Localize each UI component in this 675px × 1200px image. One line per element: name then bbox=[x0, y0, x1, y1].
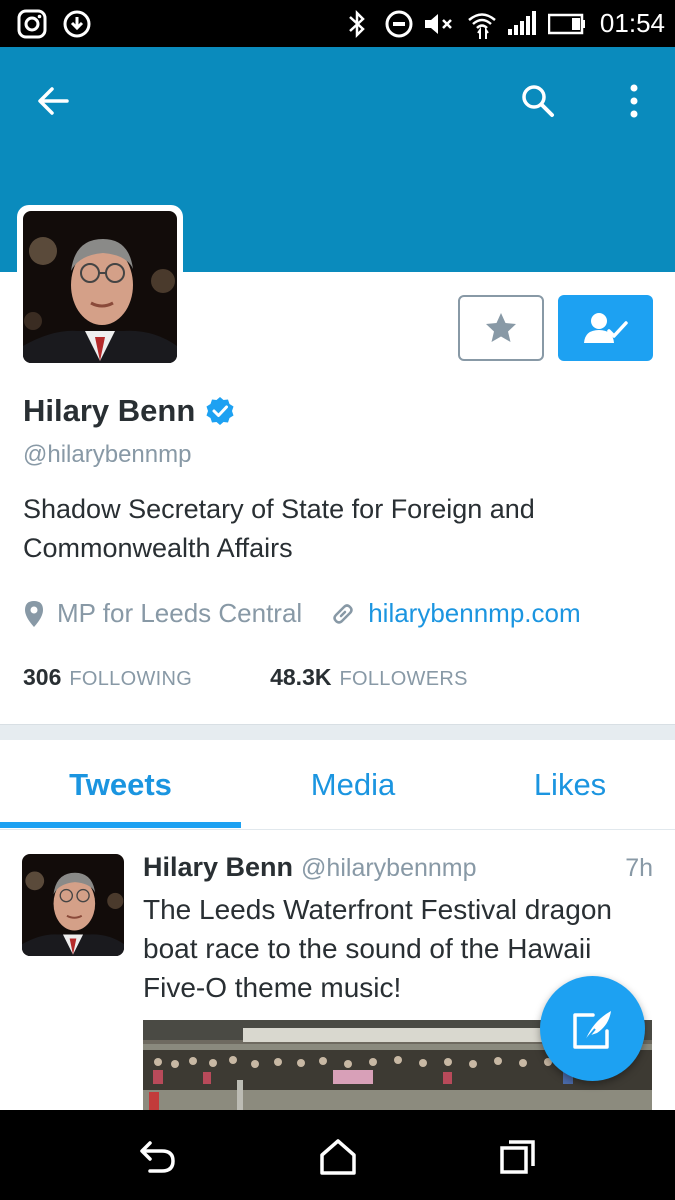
instagram-icon bbox=[17, 9, 47, 39]
section-divider bbox=[0, 724, 675, 740]
compose-tweet-button[interactable] bbox=[540, 976, 645, 1081]
profile-bio: Shadow Secretary of State for Foreign an… bbox=[23, 494, 535, 563]
location-pin-icon bbox=[25, 600, 43, 627]
following-stat[interactable]: 306 FOLLOWING bbox=[23, 664, 192, 691]
tweet-avatar[interactable] bbox=[22, 854, 124, 956]
search-button[interactable] bbox=[514, 77, 562, 125]
back-button[interactable] bbox=[29, 77, 77, 125]
search-icon bbox=[522, 85, 554, 117]
tab-media[interactable]: Media bbox=[241, 740, 465, 830]
do-not-disturb-icon bbox=[385, 10, 413, 38]
battery-icon bbox=[548, 13, 585, 35]
home-nav-icon bbox=[320, 1139, 356, 1175]
followers-stat[interactable]: 48.3K FOLLOWERS bbox=[270, 664, 468, 691]
profile-avatar-frame[interactable] bbox=[17, 205, 183, 369]
system-nav-bar bbox=[0, 1110, 675, 1200]
profile-website-link[interactable]: hilarybennmp.com bbox=[368, 598, 580, 629]
clock: 01:54 bbox=[599, 8, 665, 38]
tweet-header: Hilary Benn @hilarybennmp 7h bbox=[143, 852, 653, 883]
star-icon bbox=[486, 313, 516, 342]
following-count: 306 bbox=[23, 664, 62, 690]
muted-volume-icon bbox=[425, 14, 452, 34]
verified-badge-icon bbox=[206, 397, 234, 425]
profile-name-row: Hilary Benn bbox=[23, 393, 235, 429]
profile-photo bbox=[23, 211, 177, 363]
tab-tweets[interactable]: Tweets bbox=[0, 740, 241, 830]
profile-display-name: Hilary Benn bbox=[23, 393, 196, 428]
back-arrow-icon bbox=[38, 87, 69, 115]
recents-nav-icon bbox=[500, 1140, 535, 1174]
active-tab-indicator bbox=[0, 822, 241, 828]
profile-avatar bbox=[23, 211, 177, 363]
profile-stats: 306 FOLLOWING 48.3K FOLLOWERS bbox=[23, 664, 468, 691]
nav-back-button[interactable] bbox=[138, 1137, 178, 1177]
profile-location: MP for Leeds Central bbox=[57, 598, 303, 628]
link-icon bbox=[333, 603, 353, 624]
download-icon bbox=[63, 10, 91, 38]
followers-count: 48.3K bbox=[270, 664, 332, 690]
back-nav-icon bbox=[140, 1141, 175, 1173]
compose-quill-icon bbox=[572, 1010, 611, 1049]
following-label: FOLLOWING bbox=[69, 668, 193, 690]
favorite-button[interactable] bbox=[458, 295, 544, 361]
nav-recents-button[interactable] bbox=[498, 1137, 538, 1177]
bluetooth-icon bbox=[349, 9, 365, 39]
nav-home-button[interactable] bbox=[318, 1137, 358, 1177]
status-bar: 01:54 bbox=[0, 0, 675, 47]
wifi-icon bbox=[468, 13, 496, 39]
profile-tabs: Tweets Media Likes bbox=[0, 740, 675, 830]
profile-handle: @hilarybennmp bbox=[23, 441, 192, 468]
followers-label: FOLLOWERS bbox=[339, 668, 468, 690]
more-options-button[interactable] bbox=[610, 77, 658, 125]
cellular-signal-icon bbox=[508, 11, 536, 35]
tab-likes[interactable]: Likes bbox=[465, 740, 675, 830]
profile-meta-row: MP for Leeds Central hilarybennmp.com bbox=[23, 598, 581, 629]
more-vertical-icon bbox=[630, 84, 638, 118]
following-person-check-icon bbox=[583, 313, 628, 343]
tweet-timestamp: 7h bbox=[625, 854, 653, 882]
tweet-author-handle: @hilarybennmp bbox=[301, 854, 477, 882]
tweet-author-name[interactable]: Hilary Benn bbox=[143, 852, 293, 883]
following-button[interactable] bbox=[558, 295, 653, 361]
tweet-author-photo bbox=[22, 854, 124, 956]
